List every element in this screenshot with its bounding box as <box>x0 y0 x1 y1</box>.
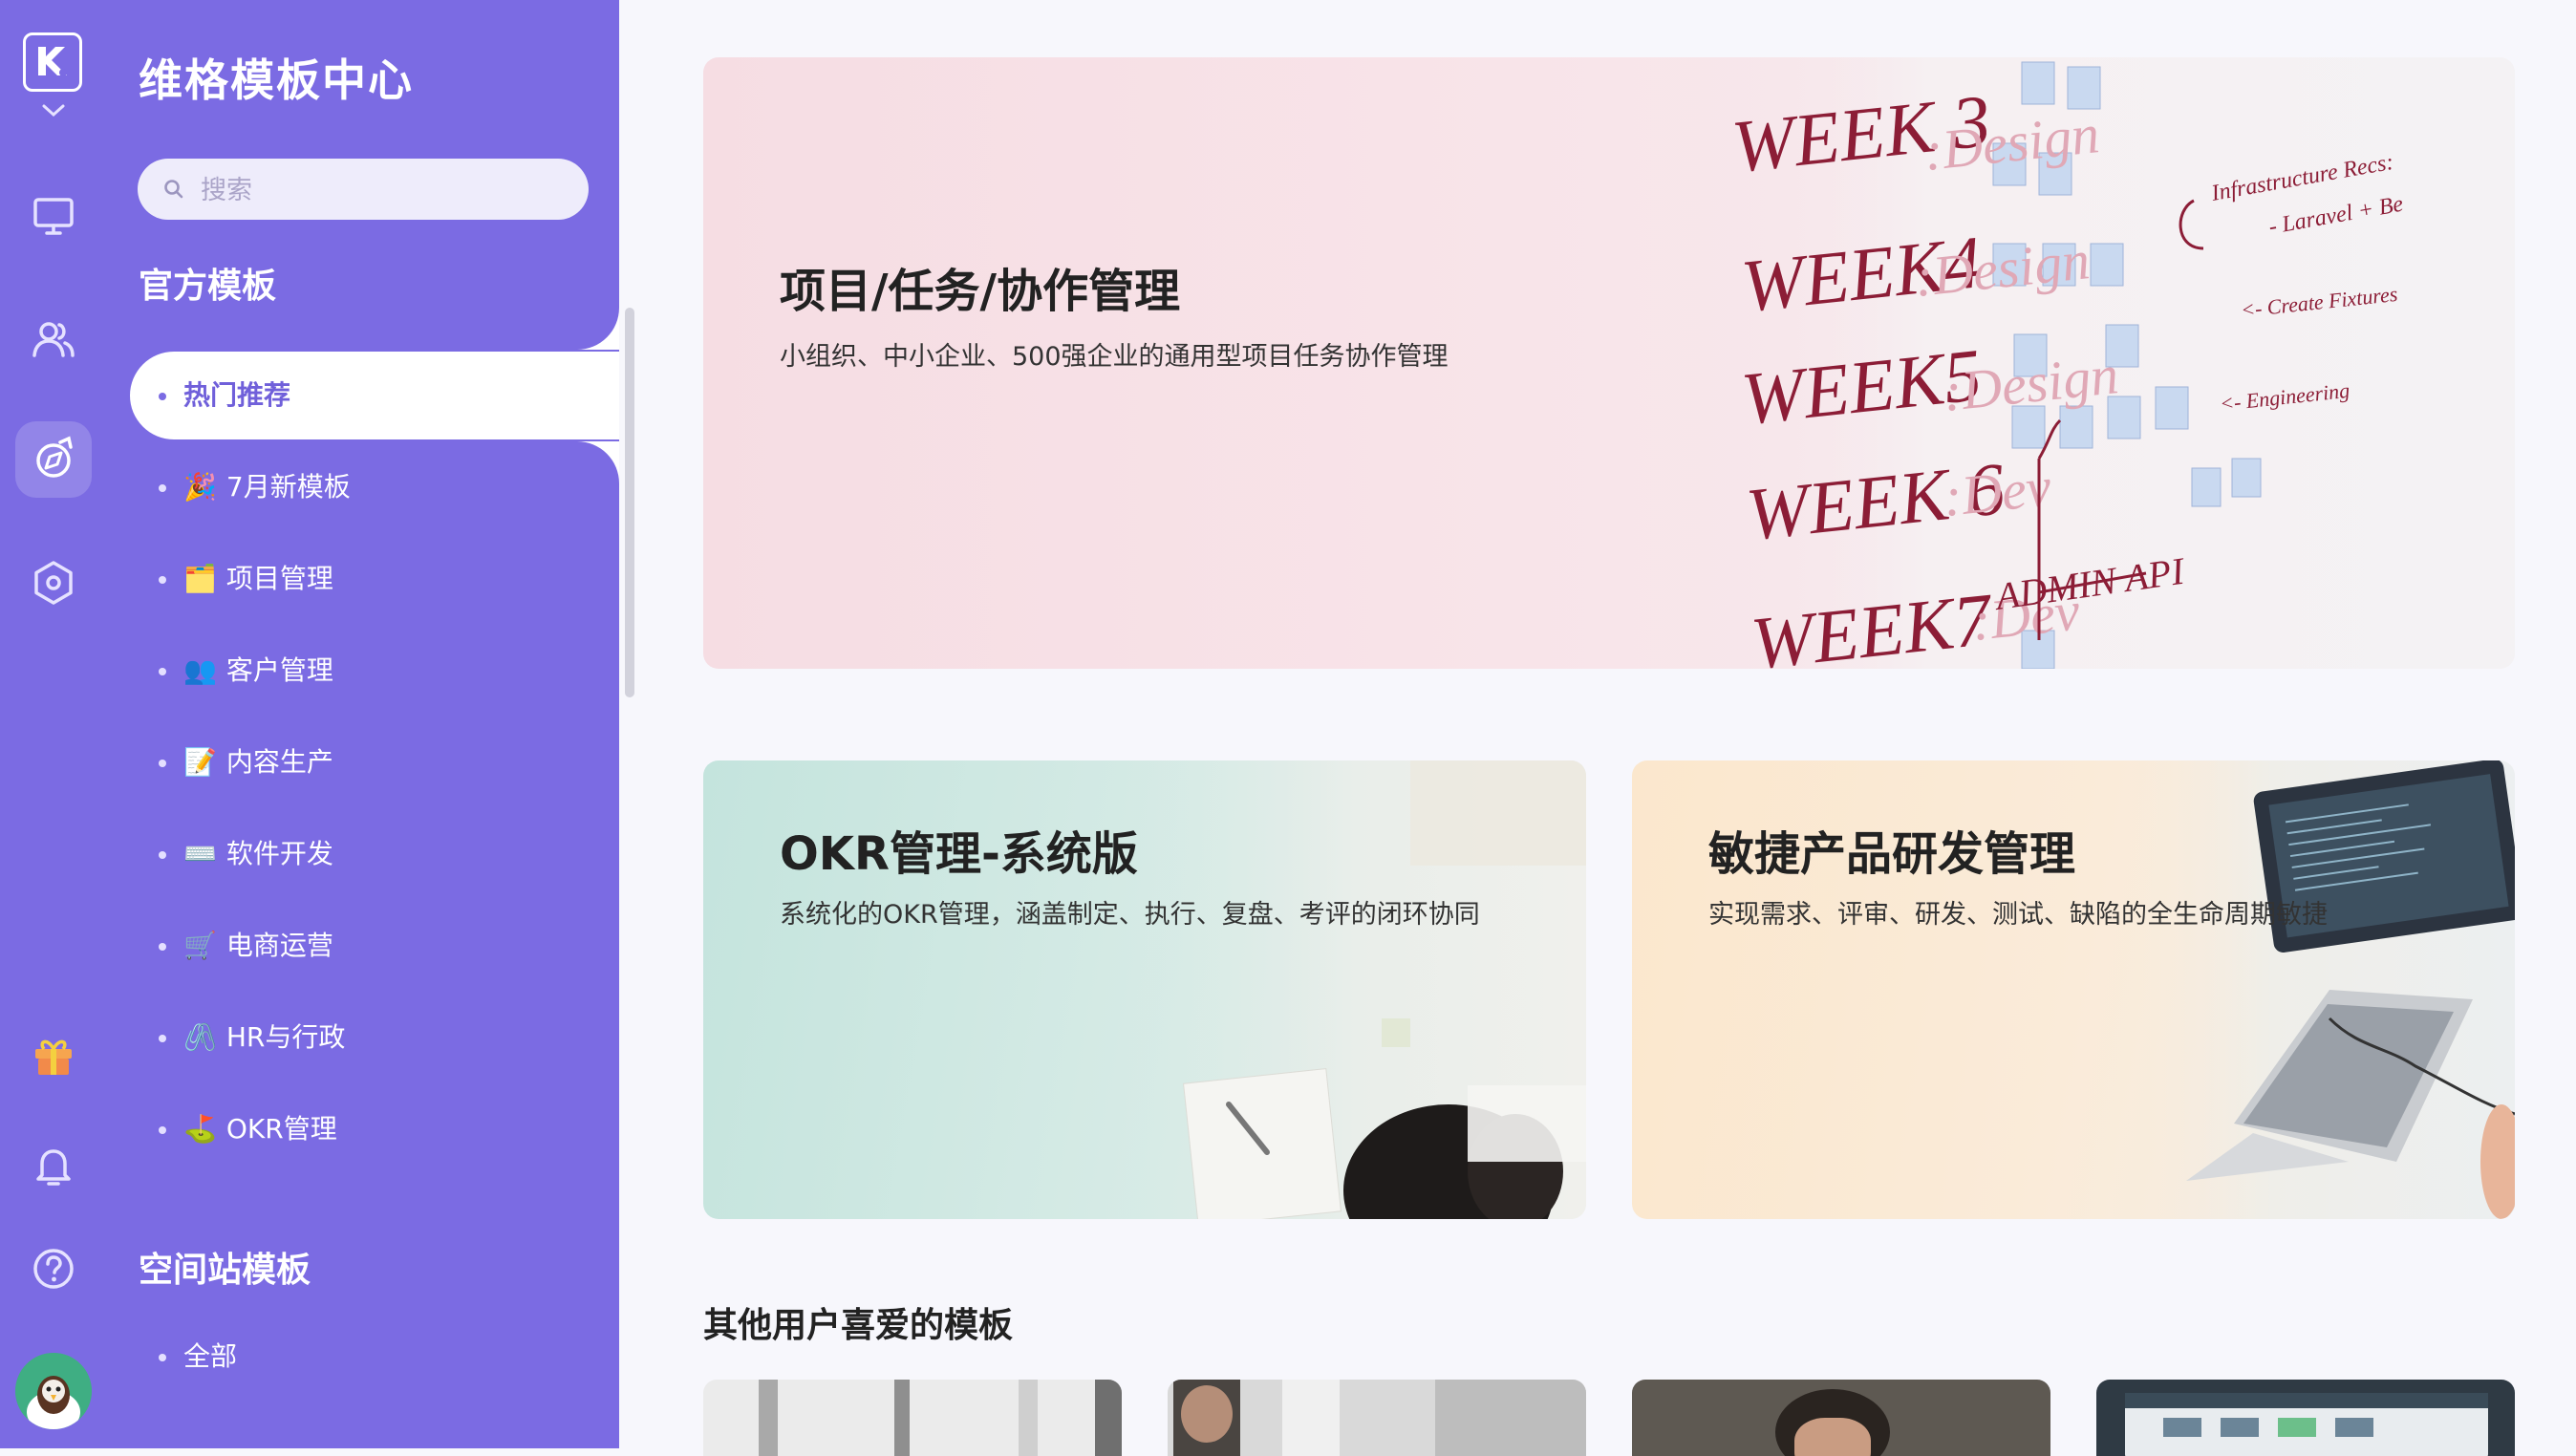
sidebar-item-label: 客户管理 <box>225 654 333 686</box>
bullet-dot <box>159 851 166 859</box>
sidebar-item-label: OKR管理 <box>225 1113 337 1145</box>
board-phase: :Dev <box>1941 455 2054 527</box>
people-icon: 👥 <box>183 654 217 686</box>
bullet-dot <box>159 668 166 675</box>
sidebar-item-label: HR与行政 <box>225 1021 346 1053</box>
bullet-dot <box>159 393 166 400</box>
card-description: 实现需求、评审、研发、测试、缺陷的全生命周期敏捷 <box>1708 900 2328 930</box>
template-thumbnail[interactable] <box>2096 1380 2515 1456</box>
bullet-dot <box>159 1126 166 1134</box>
sidebar-item-label: 全部 <box>183 1340 238 1372</box>
page-title: 维格模板中心 <box>139 54 414 106</box>
search-box[interactable] <box>138 159 589 222</box>
template-card-project[interactable]: WEEK 3 :Design WEEK4 :Design WEEK5 :Desi… <box>703 57 2515 669</box>
sidebar-item-label: 电商运营 <box>225 930 333 961</box>
sidebar-item-label: 项目管理 <box>225 563 333 594</box>
sidebar-item-july-new[interactable]: 🎉 7月新模板 <box>130 443 619 531</box>
card-title: OKR管理-系统版 <box>780 827 1138 881</box>
sidebar-item-all[interactable]: 全部 <box>130 1313 619 1401</box>
sidebar-item-label: 内容生产 <box>225 746 333 778</box>
bullet-dot <box>159 1354 166 1361</box>
bullet-dot <box>159 943 166 951</box>
help-icon[interactable] <box>29 1244 78 1294</box>
section-heading: 其他用户喜爱的模板 <box>703 1306 1014 1345</box>
card-title: 项目/任务/协作管理 <box>780 265 1181 318</box>
bullet-dot <box>159 484 166 492</box>
bell-icon[interactable] <box>29 1141 78 1190</box>
template-card-agile[interactable]: 敏捷产品研发管理 实现需求、评审、研发、测试、缺陷的全生命周期敏捷 <box>1632 760 2515 1219</box>
search-input[interactable] <box>199 159 575 222</box>
template-thumbnail[interactable] <box>703 1380 1122 1456</box>
users-icon[interactable] <box>29 315 78 365</box>
bullet-dot <box>159 760 166 767</box>
chevron-down-icon[interactable] <box>41 103 66 118</box>
card-description: 小组织、中小企业、500强企业的通用型项目任务协作管理 <box>780 342 1449 372</box>
sidebar-item-software[interactable]: ⌨️ 软件开发 <box>130 810 619 898</box>
space-templates-heading: 空间站模板 <box>139 1251 311 1290</box>
sidebar-item-label: 软件开发 <box>225 838 333 869</box>
settings-hex-icon[interactable] <box>29 558 78 608</box>
icon-rail <box>0 0 109 1448</box>
sidebar-item-hot[interactable]: 热门推荐 <box>130 352 619 439</box>
search-icon <box>164 180 183 199</box>
sidebar-item-ecommerce[interactable]: 🛒 电商运营 <box>130 902 619 990</box>
sidebar-item-content[interactable]: 📝 内容生产 <box>130 718 619 806</box>
sidebar-item-customer[interactable]: 👥 客户管理 <box>130 627 619 715</box>
desk-photo-image <box>1124 760 1586 1219</box>
sidebar-item-hr[interactable]: 🖇️ HR与行政 <box>130 994 619 1081</box>
gift-icon[interactable] <box>29 1030 78 1080</box>
logo-icon[interactable] <box>23 32 82 92</box>
card-description: 系统化的OKR管理，涵盖制定、执行、复盘、考评的闭环协同 <box>780 900 1480 930</box>
golf-flag-icon: ⛳ <box>183 1113 217 1145</box>
explore-icon[interactable] <box>29 435 78 484</box>
sidebar-scrollbar[interactable] <box>625 308 634 697</box>
avatar[interactable] <box>15 1353 92 1429</box>
folder-icon: 🗂️ <box>183 563 217 594</box>
template-thumbnail[interactable] <box>1632 1380 2050 1456</box>
laptop-photo-image <box>2110 760 2515 1219</box>
monitor-icon[interactable] <box>29 191 78 241</box>
paperclip-icon: 🖇️ <box>183 1021 217 1053</box>
sidebar-item-label: 7月新模板 <box>225 471 351 503</box>
active-tab-curve <box>524 308 619 350</box>
cart-icon: 🛒 <box>183 930 217 961</box>
template-card-okr[interactable]: OKR管理-系统版 系统化的OKR管理，涵盖制定、执行、复盘、考评的闭环协同 <box>703 760 1586 1219</box>
sidebar-item-project[interactable]: 🗂️ 项目管理 <box>130 535 619 623</box>
official-templates-heading: 官方模板 <box>139 267 277 306</box>
party-popper-icon: 🎉 <box>183 471 217 503</box>
bullet-dot <box>159 1035 166 1042</box>
sidebar-item-okr[interactable]: ⛳ OKR管理 <box>130 1085 619 1173</box>
card-title: 敏捷产品研发管理 <box>1708 827 2076 881</box>
sidebar-item-label: 热门推荐 <box>183 379 291 411</box>
whiteboard-image: WEEK 3 :Design WEEK4 :Design WEEK5 :Desi… <box>1735 57 2515 669</box>
memo-icon: 📝 <box>183 746 217 778</box>
keyboard-icon: ⌨️ <box>183 838 217 869</box>
bullet-dot <box>159 576 166 584</box>
template-thumbnail[interactable] <box>1168 1380 1586 1456</box>
